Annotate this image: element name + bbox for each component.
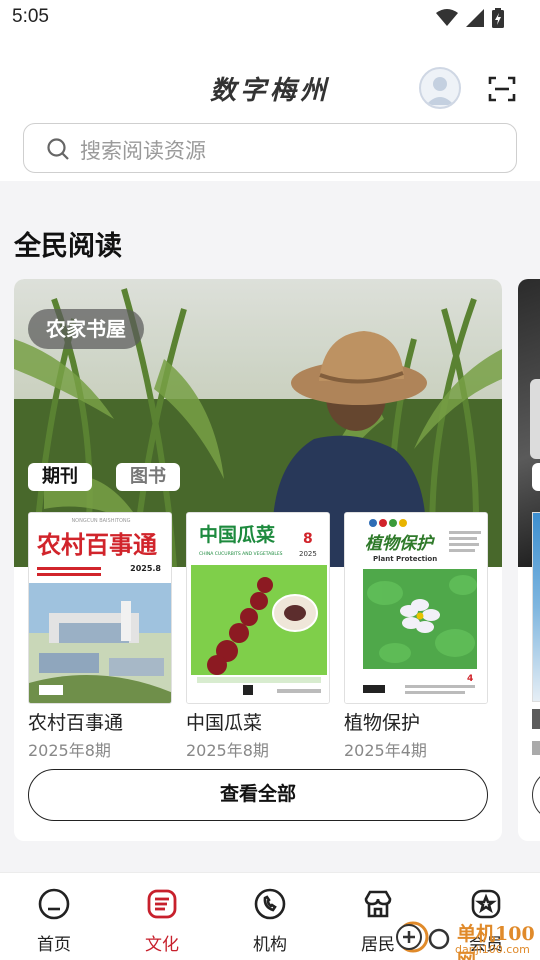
scan-icon	[488, 76, 516, 102]
signal-icon	[466, 9, 484, 27]
svg-text:中国瓜菜: 中国瓜菜	[199, 523, 275, 546]
next-card-name	[532, 709, 540, 729]
magazine-name: 植物保护	[344, 712, 421, 734]
next-card-peek[interactable]	[518, 279, 540, 841]
magazine-item[interactable]: 植物保护 Plant Protection 4 植物保护 2025年4期	[344, 512, 488, 761]
status-bar: 5:05	[0, 0, 540, 36]
wifi-icon	[436, 9, 458, 26]
view-all-button[interactable]: 查看全部	[28, 769, 488, 821]
store-icon	[364, 890, 392, 918]
tab-institution[interactable]: 机构	[216, 873, 324, 960]
search-bar[interactable]: 搜索阅读资源	[23, 123, 517, 173]
svg-text:植物保护: 植物保护	[365, 534, 435, 554]
reading-card[interactable]: 农家书屋 期刊 图书 NONGCUN BAISHITONG 农村百事通 2025…	[14, 279, 502, 841]
avatar[interactable]	[419, 67, 461, 109]
svg-text:Plant Protection: Plant Protection	[373, 555, 437, 563]
tab-culture[interactable]: 文化	[108, 873, 216, 960]
culture-icon	[147, 889, 177, 919]
phone-icon	[254, 888, 286, 920]
magazine-cover[interactable]: 中国瓜菜 8 2025 CHINA CUCURBITS AND VEGETABL…	[186, 512, 330, 704]
cover-guacai: 中国瓜菜 8 2025 CHINA CUCURBITS AND VEGETABL…	[187, 513, 329, 703]
svg-text:农村百事通: 农村百事通	[36, 530, 157, 559]
scan-button[interactable]	[488, 75, 516, 103]
next-card-image-detail	[530, 379, 540, 459]
magazine-issue: 2025年8期	[186, 741, 269, 760]
magazine-item[interactable]: NONGCUN BAISHITONG 农村百事通 2025.8 农村百事通 20…	[28, 512, 172, 761]
magazine-list: NONGCUN BAISHITONG 农村百事通 2025.8 农村百事通 20…	[28, 512, 488, 761]
section-title: 全民阅读	[14, 231, 122, 262]
search-placeholder: 搜索阅读资源	[80, 139, 206, 163]
watermark-url: danji100.com	[455, 943, 530, 956]
search-icon	[47, 138, 69, 160]
magazine-item[interactable]: 中国瓜菜 8 2025 CHINA CUCURBITS AND VEGETABL…	[186, 512, 330, 761]
watermark-logo-icon	[396, 921, 450, 953]
chip-books[interactable]: 图书	[116, 463, 180, 491]
status-time: 5:05	[12, 6, 49, 27]
magazine-name: 中国瓜菜	[186, 712, 263, 734]
user-icon	[426, 77, 454, 105]
battery-icon	[492, 8, 504, 28]
tab-label: 机构	[253, 935, 287, 955]
svg-text:2025.8: 2025.8	[130, 564, 161, 573]
chip-periodical[interactable]: 期刊	[28, 463, 92, 491]
app-header: 数字梅州 搜索阅读资源	[0, 36, 540, 181]
magazine-issue: 2025年4期	[344, 741, 427, 760]
magazine-issue: 2025年8期	[28, 741, 111, 760]
magazine-cover[interactable]: NONGCUN BAISHITONG 农村百事通 2025.8	[28, 512, 172, 704]
next-card-chip	[532, 463, 540, 491]
type-chips: 期刊 图书	[28, 463, 180, 491]
tab-home[interactable]: 首页	[0, 873, 108, 960]
magazine-cover[interactable]: 植物保护 Plant Protection 4	[344, 512, 488, 704]
next-card-button	[532, 769, 540, 821]
svg-text:8: 8	[303, 531, 313, 547]
tab-label: 文化	[145, 935, 179, 955]
next-card-cover	[532, 512, 540, 702]
tab-label: 首页	[37, 935, 71, 955]
magazine-name: 农村百事通	[28, 712, 124, 734]
cover-nongcun: NONGCUN BAISHITONG 农村百事通 2025.8	[29, 513, 171, 703]
svg-text:CHINA CUCURBITS AND VEGETABLES: CHINA CUCURBITS AND VEGETABLES	[199, 551, 283, 557]
svg-text:NONGCUN BAISHITONG: NONGCUN BAISHITONG	[71, 518, 130, 524]
next-card-issue	[532, 741, 540, 755]
svg-text:4: 4	[467, 674, 473, 684]
home-icon	[38, 888, 70, 920]
category-tag: 农家书屋	[28, 309, 144, 349]
svg-text:2025: 2025	[299, 550, 317, 558]
system-icons	[436, 8, 504, 28]
cover-zhibao: 植物保护 Plant Protection 4	[345, 513, 487, 703]
watermark: 单机100网 danji100.com	[395, 915, 540, 960]
